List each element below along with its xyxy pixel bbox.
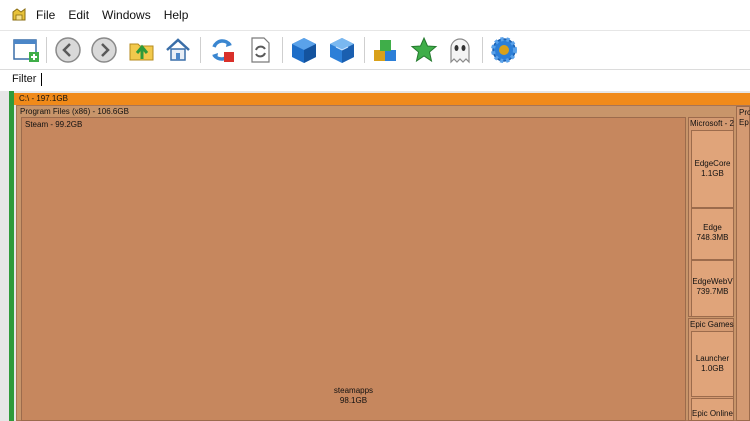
menu-edit[interactable]: Edit [68, 8, 89, 22]
app-icon [12, 8, 26, 21]
home-icon [166, 38, 190, 61]
up-folder-button[interactable] [126, 34, 158, 66]
drive-bar[interactable]: C:\ - 197.1GB [14, 93, 750, 105]
back-icon [55, 37, 81, 63]
filter-label: Filter [12, 73, 37, 85]
new-window-icon [13, 39, 39, 62]
program-files-label: Pro [739, 108, 750, 117]
refresh-stop-icon [212, 39, 234, 62]
edgewebview-name: EdgeWebV [692, 277, 733, 286]
edge-block[interactable]: Edge 748.3MB [691, 208, 734, 260]
settings-button[interactable] [488, 34, 520, 66]
up-folder-icon [129, 43, 154, 61]
star-icon [410, 36, 438, 63]
steam-label: Steam - 99.2GB [25, 120, 83, 129]
menu-help[interactable]: Help [164, 8, 189, 22]
launcher-name: Launcher [695, 354, 730, 363]
blue-cube-outline-icon [330, 38, 354, 63]
epic-online-block[interactable]: Epic Online [691, 398, 734, 421]
blocks-icon [374, 40, 396, 61]
refresh-button[interactable] [244, 34, 276, 66]
right-col2-label: Ep [739, 118, 749, 127]
program-files-x86-label: Program Files (x86) - 106.6GB [20, 107, 129, 116]
blue-cube-button[interactable] [288, 34, 320, 66]
refresh-stop-button[interactable] [206, 34, 238, 66]
edgecore-name: EdgeCore [694, 159, 731, 168]
filter-input[interactable] [40, 71, 740, 87]
edgecore-block[interactable]: EdgeCore 1.1GB [691, 130, 734, 208]
steamapps-label: steamapps 98.1GB [22, 386, 685, 406]
edgewebview-block[interactable]: EdgeWebV 739.7MB [691, 260, 734, 317]
menu-windows[interactable]: Windows [102, 8, 151, 22]
ghost-button[interactable] [444, 34, 476, 66]
green-partition-strip [9, 91, 14, 421]
steamapps-name: steamapps [333, 386, 374, 395]
back-button[interactable] [52, 34, 84, 66]
text-caret [41, 73, 42, 86]
forward-button[interactable] [88, 34, 120, 66]
drive-label: C:\ - 197.1GB [19, 94, 68, 103]
microsoft-label: Microsoft - 2 [690, 119, 735, 128]
refresh-icon [251, 37, 270, 63]
menu-bar: File Edit Windows Help [0, 0, 750, 31]
blue-cube-outline-button[interactable] [326, 34, 358, 66]
epic-games-label: Epic Games [690, 320, 734, 329]
toolbar [0, 31, 750, 70]
launcher-block[interactable]: Launcher 1.0GB [691, 331, 734, 397]
launcher-size: 1.0GB [701, 364, 724, 373]
edgecore-size: 1.1GB [701, 169, 724, 178]
blocks-button[interactable] [370, 34, 402, 66]
gear-icon [491, 37, 517, 63]
edge-size: 748.3MB [696, 233, 729, 242]
home-button[interactable] [162, 34, 194, 66]
edgewebview-size: 739.7MB [696, 287, 729, 296]
edge-name: Edge [703, 223, 722, 232]
ghost-icon [450, 38, 470, 64]
star-button[interactable] [408, 34, 440, 66]
epic-online-label: Epic Online [692, 409, 733, 418]
blue-cube-icon [292, 38, 316, 63]
steam-block[interactable]: Steam - 99.2GB steamapps 98.1GB [21, 117, 686, 421]
new-window-button[interactable] [10, 34, 42, 66]
steamapps-size: 98.1GB [339, 396, 368, 405]
filter-bar: Filter [0, 70, 750, 90]
program-files-block[interactable]: Pro Ep [736, 106, 750, 421]
forward-icon [91, 37, 117, 63]
menu-file[interactable]: File [36, 8, 55, 22]
